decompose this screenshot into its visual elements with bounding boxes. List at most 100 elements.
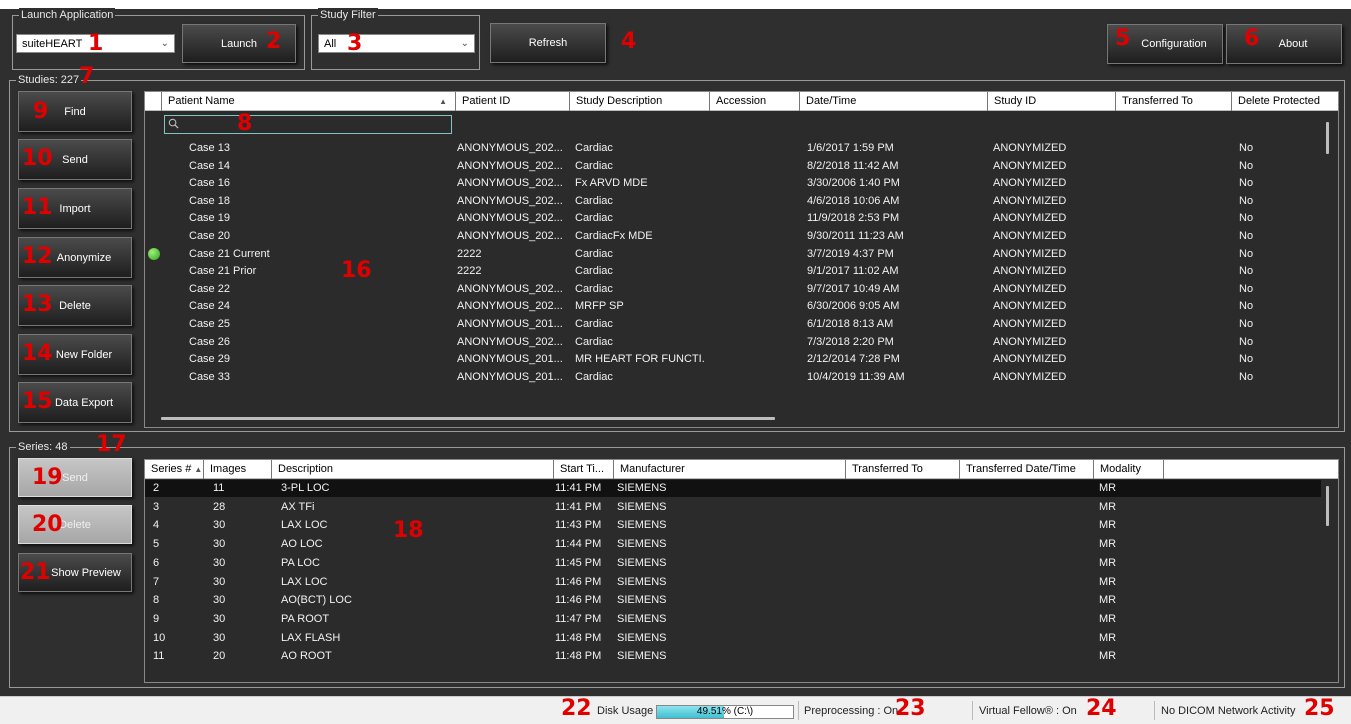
modality-cell: MR [1099,594,1117,607]
study-id-cell: ANONYMIZED [993,142,1067,154]
patient-id-cell: ANONYMOUS_202... [457,230,563,242]
patient-id-cell: ANONYMOUS_202... [457,194,563,207]
transferred-to-cell [1121,210,1229,227]
series-row[interactable]: 5 30 AO LOC 11:44 PM SIEMENS MR [145,536,1321,553]
patient-id-cell: ANONYMOUS_202... [457,212,563,225]
delete-protected-cell: No [1239,142,1254,154]
studies-vertical-thumb[interactable] [1326,122,1329,154]
date-time-cell: 1/6/2017 1:59 PM [807,142,894,154]
col-series-number[interactable]: Series # ▲ [145,460,203,479]
study-description-cell: Cardiac [575,282,613,295]
refresh-button-label: Refresh [528,37,568,49]
study-row[interactable]: Case 20 ANONYMOUS_202... CardiacFx MDE 9/30… [145,228,1321,245]
series-description-cell: AO(BCT) LOC [281,594,352,607]
images-cell: 28 [213,500,226,513]
date-time-cell: 9/30/2011 11:23 AM [807,230,904,242]
transferred-to-cell [1121,334,1229,351]
start-time-cell: 11:46 PM [555,594,602,607]
study-row[interactable]: Case 19 ANONYMOUS_202... Cardiac 11/9/2018 … [145,210,1321,227]
col-modality[interactable]: Modality [1093,460,1163,479]
series-row[interactable]: 9 30 PA ROOT 11:47 PM SIEMENS MR [145,611,1321,628]
col-series-transferred-to[interactable]: Transferred To [845,460,959,479]
date-time-cell: 7/3/2018 2:20 PM [807,335,894,348]
date-time-cell: 3/30/2006 1:40 PM [807,177,900,190]
transferred-to-cell [1121,193,1229,210]
col-description[interactable]: Description [271,460,553,479]
search-icon [168,118,179,129]
start-time-cell: 11:46 PM [555,575,602,588]
study-row[interactable]: Case 21 Current 2222 Cardiac 3/7/2019 4:37 … [145,246,1321,263]
col-patient-name[interactable]: Patient Name ▲ [161,92,455,111]
series-row[interactable]: 10 30 LAX FLASH 11:48 PM SIEMENS MR [145,630,1321,647]
study-filter-select[interactable]: All ⌄ [318,34,475,53]
col-transferred-to[interactable]: Transferred To [1115,92,1231,111]
patient-name-cell: Case 21 Prior [189,265,257,278]
col-manufacturer[interactable]: Manufacturer [613,460,845,479]
studies-horizontal-scrollbar[interactable] [161,417,775,420]
accession-cell [713,158,797,175]
series-row[interactable]: 6 30 PA LOC 11:45 PM SIEMENS MR [145,555,1321,572]
marker-11: 11 [22,195,53,220]
refresh-button[interactable]: Refresh [490,23,606,63]
patient-id-cell: ANONYMOUS_202... [457,177,563,190]
col-study-id[interactable]: Study ID [987,92,1115,111]
col-study-description[interactable]: Study Description [569,92,709,111]
study-row[interactable]: Case 18 ANONYMOUS_202... Cardiac 4/6/2018 1… [145,193,1321,210]
transferred-date-time-cell [965,648,1089,665]
patient-name-search-input[interactable] [164,115,452,134]
series-transferred-to-cell [851,517,955,534]
study-row[interactable]: Case 13 ANONYMOUS_202... Cardiac 1/6/2017 1… [145,140,1321,157]
patient-name-cell: Case 21 Current [189,247,270,260]
study-row[interactable]: Case 16 ANONYMOUS_202... Fx ARVD MDE 3/30/2… [145,175,1321,192]
study-row[interactable]: Case 33 ANONYMOUS_201... Cardiac 10/4/2019 … [145,369,1321,386]
delete-protected-cell: No [1239,265,1254,278]
marker-1: 1 [88,31,104,56]
series-row[interactable]: 11 20 AO ROOT 11:48 PM SIEMENS MR [145,648,1321,665]
study-row[interactable]: Case 25 ANONYMOUS_201... Cardiac 6/1/2018 8… [145,316,1321,333]
col-accession[interactable]: Accession [709,92,799,111]
marker-7: 7 [79,64,95,89]
series-row[interactable]: 4 30 LAX LOC 11:43 PM SIEMENS MR [145,517,1321,534]
series-transferred-to-cell [851,555,955,572]
series-vertical-thumb[interactable] [1326,486,1329,526]
study-row[interactable]: Case 21 Prior 2222 Cardiac 9/1/2017 11:02 A… [145,263,1321,280]
accession-cell [713,175,797,192]
series-row[interactable]: 3 28 AX TFi 11:41 PM SIEMENS MR [145,499,1321,516]
study-row[interactable]: Case 14 ANONYMOUS_202... Cardiac 8/2/2018 1… [145,158,1321,175]
col-images[interactable]: Images [203,460,271,479]
study-row[interactable]: Case 22 ANONYMOUS_202... Cardiac 9/7/2017 1… [145,281,1321,298]
manufacturer-cell: SIEMENS [617,650,667,663]
studies-vertical-scrollbar[interactable] [1321,114,1335,410]
series-number-cell: 4 [153,519,160,532]
study-row[interactable]: Case 26 ANONYMOUS_202... Cardiac 7/3/2018 2… [145,334,1321,351]
col-delete-protected[interactable]: Delete Protected [1231,92,1338,111]
transferred-date-time-cell [965,536,1089,553]
col-start-time[interactable]: Start Ti... [553,460,613,479]
series-number-cell: 10 [153,631,166,644]
col-transferred-date-time[interactable]: Transferred Date/Time [959,460,1093,479]
col-date-time[interactable]: Date/Time [799,92,987,111]
manufacturer-cell: SIEMENS [617,612,667,625]
study-row[interactable]: Case 24 ANONYMOUS_202... MRFP SP 6/30/2006 … [145,298,1321,315]
series-row[interactable]: 8 30 AO(BCT) LOC 11:46 PM SIEMENS MR [145,592,1321,609]
transferred-to-cell [1121,281,1229,298]
study-id-cell: ANONYMIZED [993,282,1067,295]
images-cell: 30 [213,575,226,588]
study-id-cell: ANONYMIZED [993,335,1067,348]
manufacturer-cell: SIEMENS [617,482,667,494]
series-description-cell: LAX FLASH [281,631,341,644]
accession-cell [713,351,797,368]
series-row[interactable]: 2 11 3-PL LOC 11:41 PM SIEMENS MR [145,480,1321,497]
series-transferred-to-cell [851,630,955,647]
series-vertical-scrollbar[interactable] [1321,480,1335,680]
study-id-cell: ANONYMIZED [993,370,1067,383]
import-button-label: Import [59,202,91,215]
col-patient-id[interactable]: Patient ID [455,92,569,111]
series-row[interactable]: 7 30 LAX LOC 11:46 PM SIEMENS MR [145,574,1321,591]
send-series-button-label: Send [62,471,88,484]
accession-cell [713,140,797,157]
marker-25: 25 [1304,696,1335,721]
study-description-cell: Cardiac [575,194,613,207]
study-row[interactable]: Case 29 ANONYMOUS_201... MR HEART FOR FUNC… [145,351,1321,368]
delete-series-button-label: Delete [59,518,91,531]
